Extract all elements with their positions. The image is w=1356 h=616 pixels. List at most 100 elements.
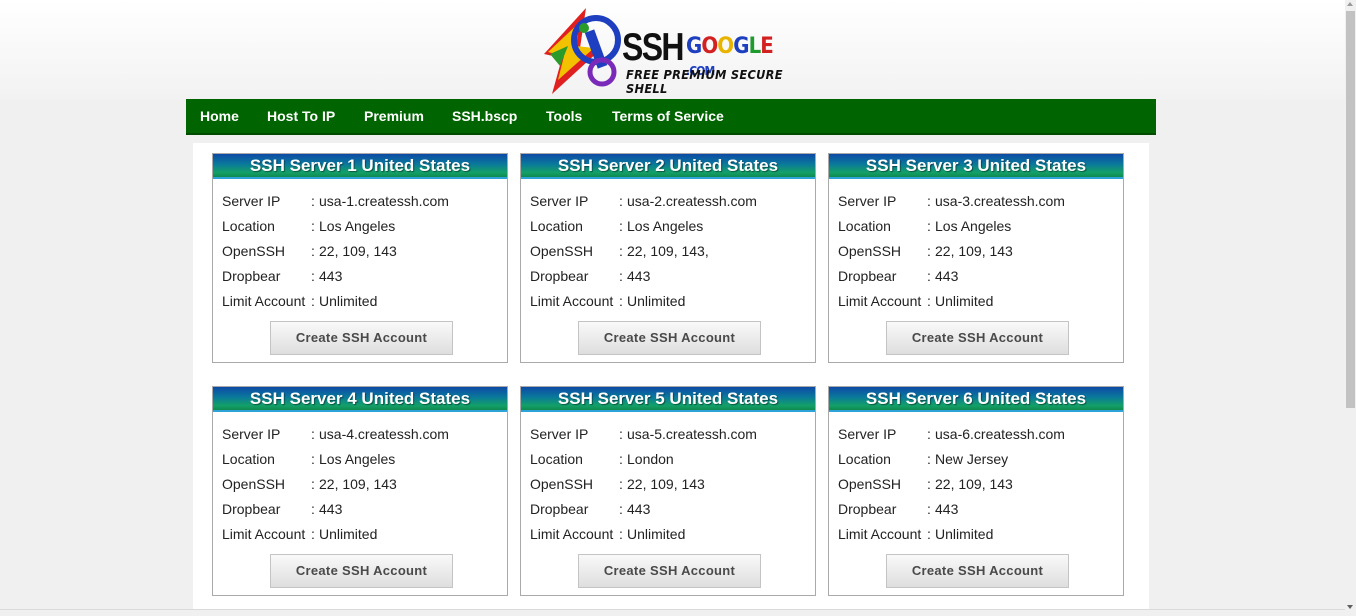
limit-value: Unlimited bbox=[627, 526, 686, 542]
dropbear-value: 443 bbox=[319, 268, 343, 284]
server-ip-value: usa-4.createssh.com bbox=[319, 426, 449, 442]
logo-letter: L bbox=[748, 34, 762, 59]
scroll-down-arrow-icon[interactable] bbox=[1347, 605, 1353, 609]
field-separator: : bbox=[619, 526, 623, 542]
field-separator: : bbox=[311, 293, 315, 309]
field-separator: : bbox=[311, 476, 315, 492]
dropbear-value: 443 bbox=[627, 501, 651, 517]
nav-tools[interactable]: Tools bbox=[546, 99, 582, 133]
scroll-up-arrow-icon[interactable] bbox=[1347, 2, 1353, 6]
field-label: Limit Account bbox=[222, 526, 306, 542]
vertical-scrollbar[interactable] bbox=[1345, 0, 1356, 616]
server-card-title: SSH Server 1 United States bbox=[213, 154, 507, 179]
dropbear-value: 443 bbox=[627, 268, 651, 284]
field-label: Location bbox=[838, 451, 891, 467]
create-ssh-account-button[interactable]: Create SSH Account bbox=[886, 554, 1069, 588]
limit-value: Unlimited bbox=[319, 293, 378, 309]
site-logo[interactable]: SSH GOOGLE.COM FREE PREMIUM SECURE SHELL bbox=[538, 6, 806, 96]
field-separator: : bbox=[927, 526, 931, 542]
field-label: Server IP bbox=[838, 426, 897, 442]
server-card-title: SSH Server 2 United States bbox=[521, 154, 815, 179]
openssh-value: 22, 109, 143 bbox=[319, 476, 397, 492]
dropbear-value: 443 bbox=[935, 268, 959, 284]
field-label: OpenSSH bbox=[530, 243, 594, 259]
field-label: Server IP bbox=[838, 193, 897, 209]
server-ip-value: usa-6.createssh.com bbox=[935, 426, 1065, 442]
field-label: Location bbox=[530, 451, 583, 467]
field-label: OpenSSH bbox=[222, 476, 286, 492]
field-label: Location bbox=[222, 218, 275, 234]
openssh-value: 22, 109, 143 bbox=[935, 243, 1013, 259]
server-card: SSH Server 4 United States Server IP: usa… bbox=[212, 386, 508, 596]
field-label: Dropbear bbox=[222, 501, 281, 517]
field-label: Location bbox=[838, 218, 891, 234]
server-card: SSH Server 2 United States Server IP: usa… bbox=[520, 153, 816, 363]
location-value: London bbox=[627, 451, 674, 467]
field-label: Location bbox=[222, 451, 275, 467]
field-label: Limit Account bbox=[530, 526, 614, 542]
server-card: SSH Server 3 United States Server IP: usa… bbox=[828, 153, 1124, 363]
location-value: Los Angeles bbox=[319, 451, 396, 467]
limit-value: Unlimited bbox=[627, 293, 686, 309]
logo-letter: O bbox=[701, 34, 718, 59]
limit-value: Unlimited bbox=[319, 526, 378, 542]
server-card-title: SSH Server 6 United States bbox=[829, 387, 1123, 412]
field-label: Dropbear bbox=[530, 268, 589, 284]
field-separator: : bbox=[927, 243, 931, 259]
field-label: Limit Account bbox=[222, 293, 306, 309]
server-card-title: SSH Server 5 United States bbox=[521, 387, 815, 412]
field-separator: : bbox=[927, 293, 931, 309]
server-ip-value: usa-1.createssh.com bbox=[319, 193, 449, 209]
server-card: SSH Server 6 United States Server IP: usa… bbox=[828, 386, 1124, 596]
server-card: SSH Server 5 United States Server IP: usa… bbox=[520, 386, 816, 596]
location-value: Los Angeles bbox=[935, 218, 1012, 234]
field-label: Location bbox=[530, 218, 583, 234]
main-nav: Home Host To IP Premium SSH.bscp Tools T… bbox=[186, 99, 1156, 135]
field-separator: : bbox=[619, 476, 623, 492]
create-ssh-account-button[interactable]: Create SSH Account bbox=[270, 321, 453, 355]
create-ssh-account-button[interactable]: Create SSH Account bbox=[578, 554, 761, 588]
field-label: Limit Account bbox=[530, 293, 614, 309]
nav-host-to-ip[interactable]: Host To IP bbox=[267, 99, 335, 133]
field-separator: : bbox=[619, 243, 623, 259]
limit-value: Unlimited bbox=[935, 526, 994, 542]
field-separator: : bbox=[927, 218, 931, 234]
dropbear-value: 443 bbox=[319, 501, 343, 517]
create-ssh-account-button[interactable]: Create SSH Account bbox=[270, 554, 453, 588]
field-separator: : bbox=[927, 476, 931, 492]
location-value: Los Angeles bbox=[627, 218, 704, 234]
field-separator: : bbox=[619, 268, 623, 284]
nav-ssh-bscp[interactable]: SSH.bscp bbox=[452, 99, 517, 133]
site-header: SSH GOOGLE.COM FREE PREMIUM SECURE SHELL bbox=[0, 0, 1345, 100]
server-ip-value: usa-5.createssh.com bbox=[627, 426, 757, 442]
field-label: OpenSSH bbox=[530, 476, 594, 492]
field-separator: : bbox=[619, 451, 623, 467]
field-label: Dropbear bbox=[530, 501, 589, 517]
field-separator: : bbox=[311, 268, 315, 284]
server-ip-value: usa-3.createssh.com bbox=[935, 193, 1065, 209]
field-separator: : bbox=[619, 193, 623, 209]
field-separator: : bbox=[311, 526, 315, 542]
field-label: Dropbear bbox=[838, 501, 897, 517]
field-separator: : bbox=[619, 293, 623, 309]
nav-home[interactable]: Home bbox=[200, 99, 239, 133]
scrollbar-thumb[interactable] bbox=[1346, 11, 1355, 408]
field-separator: : bbox=[311, 426, 315, 442]
logo-letter: E bbox=[760, 34, 774, 59]
nav-terms-of-service[interactable]: Terms of Service bbox=[612, 99, 724, 133]
field-separator: : bbox=[619, 218, 623, 234]
server-ip-value: usa-2.createssh.com bbox=[627, 193, 757, 209]
create-ssh-account-button[interactable]: Create SSH Account bbox=[886, 321, 1069, 355]
logo-letter: O bbox=[717, 34, 734, 59]
openssh-value: 22, 109, 143 bbox=[319, 243, 397, 259]
field-label: Limit Account bbox=[838, 526, 922, 542]
create-ssh-account-button[interactable]: Create SSH Account bbox=[578, 321, 761, 355]
logo-tagline: FREE PREMIUM SECURE SHELL bbox=[626, 68, 783, 96]
openssh-value: 22, 109, 143, bbox=[627, 243, 709, 259]
page-bottom-edge bbox=[0, 609, 1345, 616]
field-separator: : bbox=[927, 426, 931, 442]
nav-premium[interactable]: Premium bbox=[364, 99, 424, 133]
logo-letter: G bbox=[686, 34, 702, 59]
limit-value: Unlimited bbox=[935, 293, 994, 309]
field-label: Server IP bbox=[222, 193, 281, 209]
